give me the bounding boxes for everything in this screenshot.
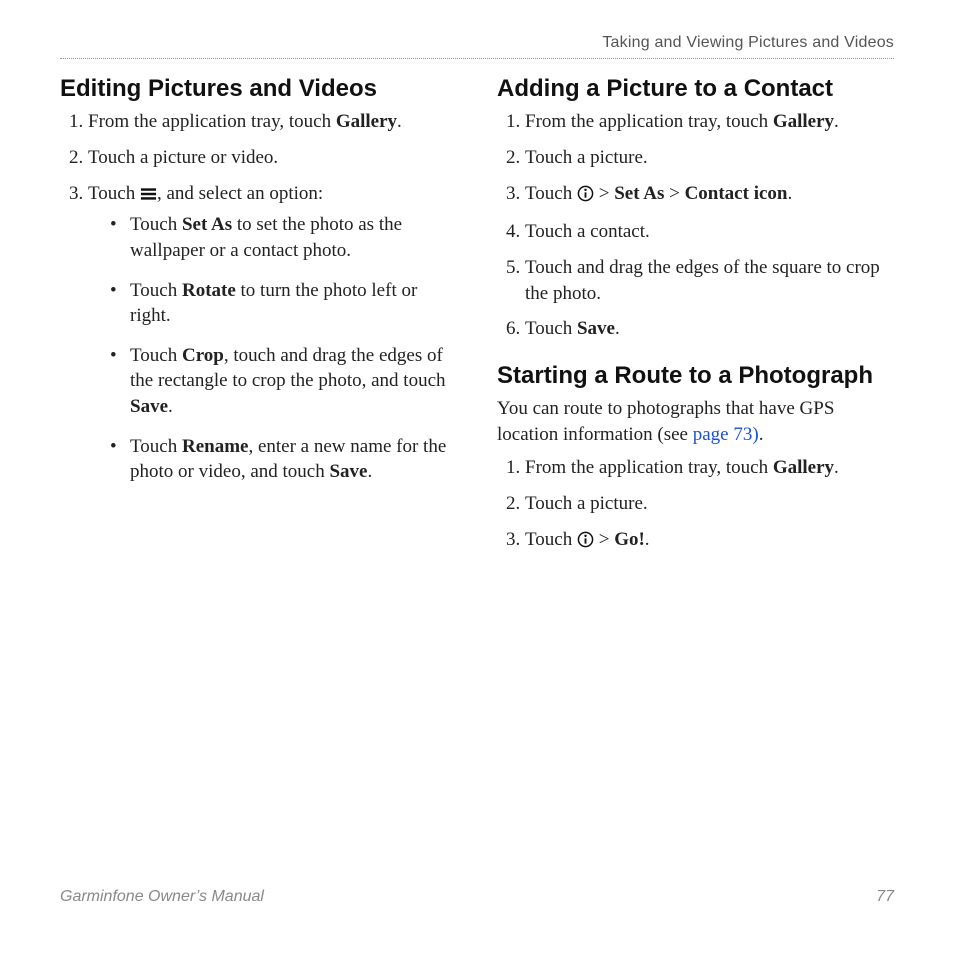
- editing-options: Touch Set As to set the photo as the wal…: [88, 212, 457, 485]
- contact-step-3: Touch > Set As > Contact icon.: [525, 181, 894, 210]
- option-rotate: Touch Rotate to turn the photo left or r…: [110, 278, 457, 329]
- page-number: 77: [876, 888, 894, 906]
- contact-step-2: Touch a picture.: [525, 145, 894, 171]
- info-icon: [577, 184, 594, 210]
- running-header: Taking and Viewing Pictures and Videos: [60, 34, 894, 59]
- contact-step-1: From the application tray, touch Gallery…: [525, 109, 894, 135]
- info-icon: [577, 530, 594, 556]
- two-column-layout: Editing Pictures and Videos From the app…: [60, 75, 894, 565]
- route-step-3: Touch > Go!.: [525, 527, 894, 556]
- heading-adding-contact: Adding a Picture to a Contact: [497, 75, 894, 103]
- option-rename: Touch Rename, enter a new name for the p…: [110, 434, 457, 485]
- step-2: Touch a picture or video.: [88, 145, 457, 171]
- contact-step-5: Touch and drag the edges of the square t…: [525, 255, 894, 306]
- right-column: Adding a Picture to a Contact From the a…: [497, 75, 894, 565]
- heading-route-photo: Starting a Route to a Photograph: [497, 362, 894, 390]
- header-section-title: Taking and Viewing Pictures and Videos: [602, 34, 894, 51]
- route-intro: You can route to photographs that have G…: [497, 396, 894, 447]
- page-73-link[interactable]: page 73): [693, 424, 759, 445]
- left-column: Editing Pictures and Videos From the app…: [60, 75, 457, 565]
- page-footer: Garminfone Owner’s Manual 77: [60, 888, 894, 906]
- contact-step-4: Touch a contact.: [525, 219, 894, 245]
- manual-title: Garminfone Owner’s Manual: [60, 888, 264, 906]
- gallery-label: Gallery: [336, 111, 397, 132]
- heading-editing: Editing Pictures and Videos: [60, 75, 457, 103]
- option-crop: Touch Crop, touch and drag the edges of …: [110, 343, 457, 420]
- step-3: Touch , and select an option: Touch Set …: [88, 181, 457, 485]
- route-step-2: Touch a picture.: [525, 491, 894, 517]
- step-1: From the application tray, touch Gallery…: [88, 109, 457, 135]
- menu-icon: [140, 183, 157, 209]
- route-step-1: From the application tray, touch Gallery…: [525, 455, 894, 481]
- contact-step-6: Touch Save.: [525, 316, 894, 342]
- route-steps: From the application tray, touch Gallery…: [497, 455, 894, 555]
- option-set-as: Touch Set As to set the photo as the wal…: [110, 212, 457, 263]
- editing-steps: From the application tray, touch Gallery…: [60, 109, 457, 485]
- contact-steps: From the application tray, touch Gallery…: [497, 109, 894, 341]
